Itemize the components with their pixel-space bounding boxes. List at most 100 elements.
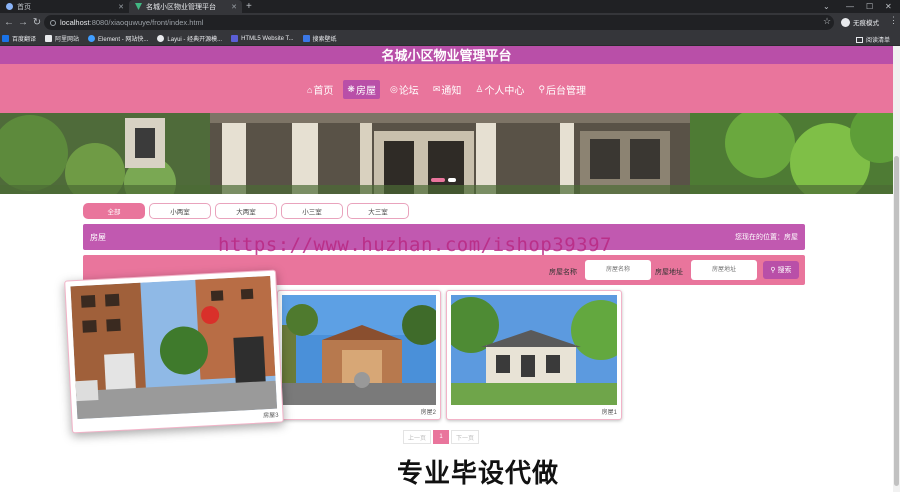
- bookmark-label: Element - 网站快...: [98, 37, 149, 43]
- forward-icon[interactable]: →: [16, 17, 30, 28]
- tab-title: 名城小区物业管理平台: [146, 3, 216, 11]
- forum-icon: ◎: [389, 84, 398, 94]
- nav-house[interactable]: ❋ 房屋: [343, 80, 380, 99]
- bookmark-label: HTML5 Website T...: [241, 35, 294, 42]
- profile-button[interactable]: 无痕模式: [841, 17, 879, 27]
- close-icon[interactable]: ✕: [118, 3, 124, 11]
- nav-label: 通知: [441, 86, 462, 97]
- close-icon[interactable]: ✕: [231, 3, 237, 11]
- tab-title: 首页: [17, 3, 31, 11]
- house-photo: [282, 295, 436, 405]
- filter-all[interactable]: 全部: [83, 203, 145, 219]
- bookmarks-bar: 百度翻译 阿里网站 Element - 网站快... Layui - 经典开源模…: [0, 32, 900, 46]
- carousel-dot[interactable]: [448, 178, 456, 182]
- nav-label: 个人中心: [484, 86, 525, 97]
- nav-forum[interactable]: ◎ 论坛: [386, 80, 423, 99]
- nav-label: 后台管理: [546, 86, 587, 97]
- nav-profile[interactable]: ♙ 个人中心: [471, 80, 528, 99]
- info-icon: [50, 19, 56, 26]
- filter-small-three-room[interactable]: 小三室: [281, 203, 343, 219]
- house-card[interactable]: 房屋2: [277, 290, 441, 420]
- window-close-icon[interactable]: ✕: [885, 0, 892, 13]
- bookmark-label: 百度翻译: [12, 37, 37, 43]
- bookmark-item[interactable]: Layui - 经典开源模...: [157, 34, 222, 43]
- folder-icon: [45, 35, 53, 42]
- search-button[interactable]: ⚲ 搜索: [763, 261, 799, 279]
- filter-large-two-room[interactable]: 大两室: [215, 203, 277, 219]
- browser-tab-home[interactable]: 首页 ✕: [0, 0, 129, 13]
- back-icon[interactable]: ←: [2, 17, 16, 28]
- new-tab-button[interactable]: +: [246, 0, 252, 13]
- incognito-icon: [841, 17, 850, 27]
- user-icon: ♙: [475, 84, 484, 94]
- chevron-down-icon[interactable]: ⌄: [823, 0, 830, 13]
- nav-label: 论坛: [398, 86, 419, 97]
- house-caption: 房屋3: [263, 412, 279, 420]
- nav-notice[interactable]: ✉ 通知: [429, 80, 466, 99]
- filter-large-three-room[interactable]: 大三室: [347, 203, 409, 219]
- minimize-icon[interactable]: —: [846, 0, 854, 13]
- vue-icon: [135, 3, 142, 10]
- reload-icon[interactable]: ↻: [30, 17, 44, 28]
- filter-small-two-room[interactable]: 小两室: [149, 203, 211, 219]
- url-host: localhost: [60, 18, 90, 27]
- bookmark-item[interactable]: HTML5 Website T...: [231, 35, 294, 42]
- building-icon: ❋: [347, 84, 355, 94]
- nav-label: 首页: [313, 86, 334, 97]
- browser-tab-platform[interactable]: 名城小区物业管理平台 ✕: [129, 0, 242, 13]
- reading-list-icon: [855, 36, 863, 43]
- bookmark-item[interactable]: 搜索壁纸: [302, 34, 337, 43]
- profile-label: 无痕模式: [853, 20, 879, 27]
- house-photo: [70, 275, 278, 420]
- bookmark-item[interactable]: Element - 网站快...: [88, 34, 148, 43]
- wallpaper-icon: [302, 35, 310, 42]
- house-card-hovered[interactable]: 房屋3: [64, 269, 284, 434]
- bookmark-star-icon[interactable]: ☆: [823, 16, 831, 27]
- current-location: 您现在的位置：房屋: [735, 234, 798, 241]
- bookmark-label: Layui - 经典开源模...: [167, 37, 223, 43]
- house-name-input[interactable]: [585, 260, 651, 280]
- section-title: 房屋: [90, 232, 106, 242]
- html5-icon: [231, 35, 239, 42]
- reading-list-label: 阅读清单: [865, 38, 890, 44]
- maximize-icon[interactable]: ☐: [866, 0, 873, 13]
- house-address-label: 房屋地址: [655, 269, 683, 276]
- prev-page-button[interactable]: 上一页: [403, 430, 431, 444]
- search-icon: ⚲: [770, 267, 776, 274]
- house-card[interactable]: 房屋1: [446, 290, 622, 420]
- site-header: ⌂ 首页 ❋ 房屋 ◎ 论坛 ✉ 通知 ♙ 个人中心 ⚲ 后台管理: [0, 64, 893, 113]
- url-input[interactable]: localhost:8080/xiaoquwuye/front/index.ht…: [44, 15, 834, 30]
- house-caption: 房屋1: [601, 410, 617, 416]
- nav-label: 房屋: [355, 86, 376, 97]
- site-title: 名城小区物业管理平台: [0, 46, 893, 64]
- nav-home[interactable]: ⌂ 首页: [303, 80, 337, 99]
- carousel-dot-active[interactable]: [431, 178, 445, 182]
- nav-admin[interactable]: ⚲ 后台管理: [534, 80, 590, 99]
- globe-icon: [6, 3, 13, 10]
- house-caption: 房屋2: [420, 410, 436, 416]
- bookmark-item[interactable]: 阿里网站: [45, 34, 79, 43]
- scrollbar-thumb[interactable]: [894, 156, 899, 486]
- home-icon: ⌂: [306, 84, 313, 95]
- search-button-label: 搜索: [777, 267, 792, 274]
- carousel-indicators: [431, 178, 456, 182]
- notice-icon: ✉: [432, 84, 441, 94]
- bookmark-item[interactable]: 百度翻译: [2, 34, 36, 43]
- room-type-filters: 全部 小两室 大两室 小三室 大三室: [83, 203, 409, 219]
- layui-icon: [157, 35, 165, 42]
- translate-icon: [2, 35, 9, 42]
- bookmark-label: 搜索壁纸: [312, 37, 337, 43]
- browser-menu-icon[interactable]: ⋮: [889, 15, 898, 26]
- link-icon: ⚲: [538, 84, 546, 94]
- watermark-url: https://www.huzhan.com/ishop39397: [218, 234, 612, 256]
- bookmark-label: 阿里网站: [55, 37, 80, 43]
- house-photo: [451, 295, 617, 405]
- element-icon: [88, 35, 96, 42]
- url-path: :8080/xiaoquwuye/front/index.html: [89, 18, 204, 27]
- main-nav: ⌂ 首页 ❋ 房屋 ◎ 论坛 ✉ 通知 ♙ 个人中心 ⚲ 后台管理: [0, 80, 893, 99]
- reading-list-button[interactable]: 阅读清单: [855, 35, 890, 44]
- house-address-input[interactable]: [691, 260, 757, 280]
- page-number-current[interactable]: 1: [433, 430, 449, 444]
- next-page-button[interactable]: 下一页: [451, 430, 479, 444]
- house-name-label: 房屋名称: [549, 269, 577, 276]
